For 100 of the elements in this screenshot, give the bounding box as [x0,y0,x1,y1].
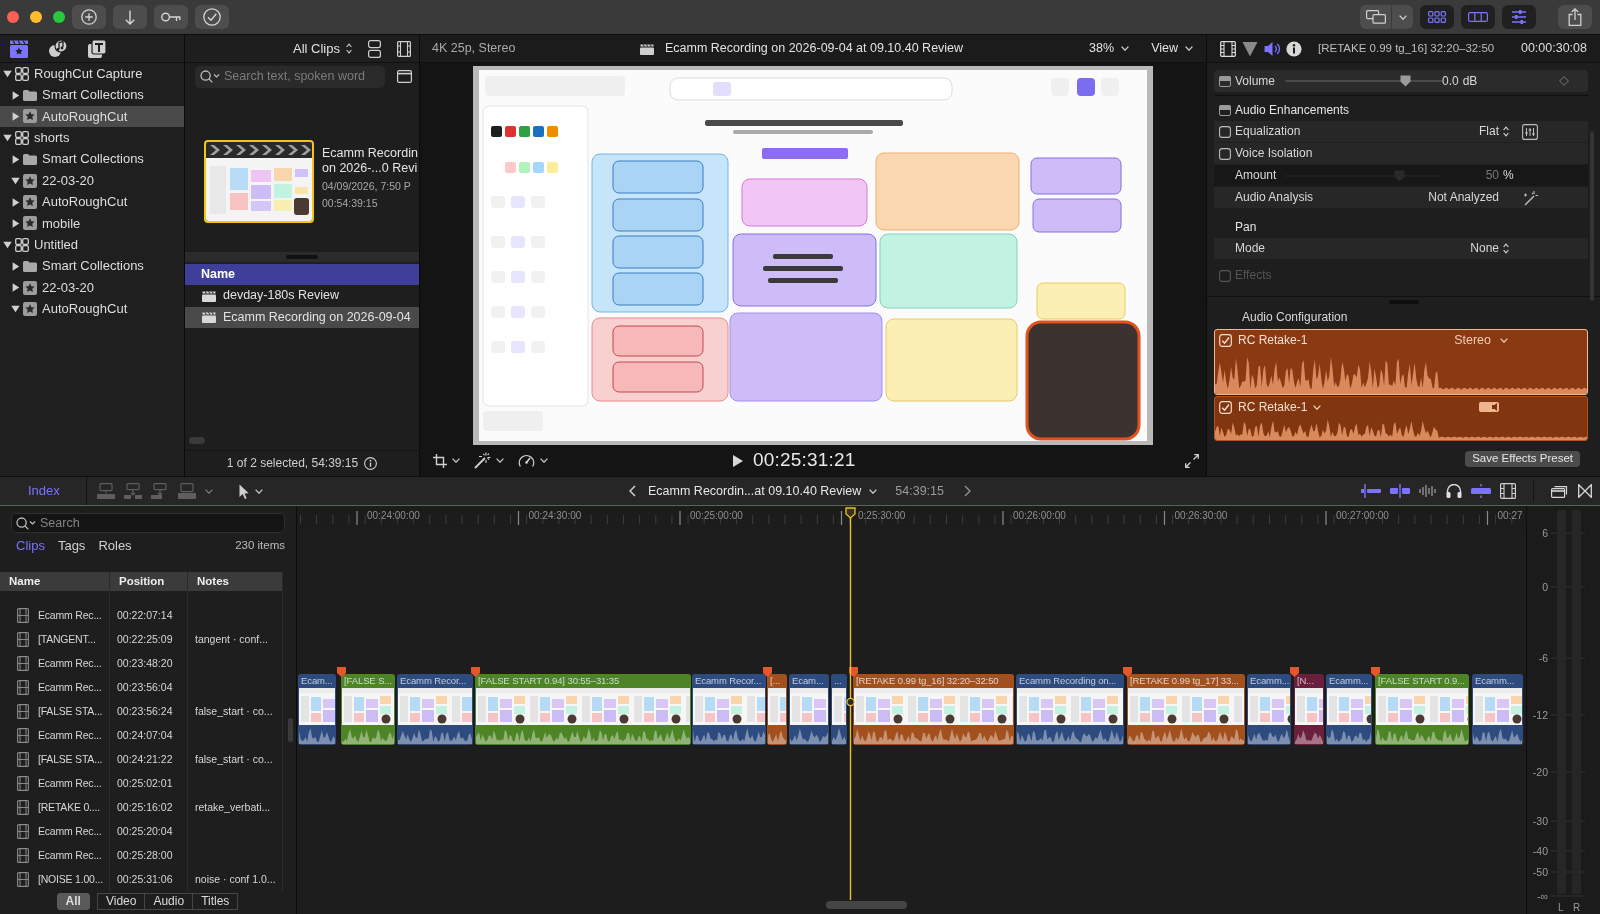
sidebar-item[interactable]: shorts [0,127,184,149]
scrollbar-thumb[interactable] [288,718,293,742]
updown-arrows-icon[interactable] [1503,126,1509,137]
sidebar-item[interactable]: Untitled [0,234,184,256]
close-window-button[interactable] [7,11,19,23]
filmstrip-toggle-button[interactable] [1461,5,1495,29]
check-circle-button[interactable] [195,5,229,29]
slider-thumb-icon[interactable] [1400,75,1412,87]
marker-icon[interactable] [471,667,480,677]
clip-name[interactable]: Ecamm Rec... [38,656,102,670]
zoom-menu[interactable]: 38% [1089,41,1130,56]
timeline-clip[interactable]: Ecam... [298,674,336,745]
timeline-clip[interactable]: Ecamm... [1247,674,1291,745]
chevron-right-icon[interactable] [964,485,971,497]
column-header[interactable]: Position [110,572,188,591]
project-thumbnail[interactable] [204,140,314,223]
panel-icon[interactable] [397,70,412,83]
project-row[interactable]: devday-180s Review [185,285,419,307]
volume-value[interactable]: 0.0 [1442,73,1459,89]
project-row[interactable]: Ecamm Recording on 2026-09-04 [185,306,419,328]
filter-segment[interactable]: Video [96,893,146,910]
disclosure-triangle-icon[interactable] [3,133,12,143]
search-field[interactable]: Search [11,513,285,533]
timeline-clip[interactable]: Ecamm... [1326,674,1372,745]
column-header[interactable]: Name [185,264,419,285]
index-tab[interactable]: Tags [57,538,86,554]
timeline-clip[interactable]: [... [767,674,787,745]
timeline-clip[interactable]: Ecamm Recor... [397,674,473,745]
sidebar-item[interactable]: RoughCut Capture [0,63,184,85]
crop-icon[interactable] [433,453,447,468]
setting-value[interactable]: Flat [1479,124,1499,139]
grid-toggle-button[interactable] [1420,5,1454,29]
playhead[interactable] [845,506,856,900]
sidebar-item[interactable]: AutoRoughCut [0,191,184,213]
disclosure-triangle-icon[interactable] [11,197,20,207]
magic-wand-icon[interactable] [1522,189,1538,206]
filmstrip-icon[interactable] [1500,483,1516,499]
sliders-toggle-button[interactable] [1502,5,1536,29]
sidebar-item[interactable]: Smart Collections [0,255,184,277]
clip-name[interactable]: Ecamm Rec... [38,608,102,622]
title-tile-icon[interactable] [87,38,107,59]
sidebar-item[interactable]: Smart Collections [0,84,184,106]
sidebar-item[interactable]: Smart Collections [0,148,184,170]
project-menu[interactable]: Ecamm Recordin...at 09.10.40 Review [648,483,878,499]
half-filled-box-icon[interactable] [1219,104,1231,116]
caret-icon[interactable] [255,488,263,494]
monitors-menu-button[interactable] [1360,5,1413,29]
marker-icon[interactable] [1123,667,1132,677]
column-header[interactable]: Name [0,572,110,591]
disclosure-triangle-icon[interactable] [11,218,20,228]
disclosure-triangle-icon[interactable] [11,154,20,164]
key-button[interactable] [154,5,188,29]
minimize-window-button[interactable] [30,11,42,23]
zoom-window-button[interactable] [53,11,65,23]
half-filled-box-icon[interactable] [1219,75,1231,87]
speedometer-icon[interactable] [518,453,535,468]
plus-circle-button[interactable] [72,5,106,29]
updown-arrows-icon[interactable] [1503,243,1509,254]
timeline-clip[interactable]: Ecam... [789,674,829,745]
disclosure-triangle-icon[interactable] [3,240,12,250]
bowtie-icon[interactable] [1578,484,1592,498]
pointer-tool-menu[interactable] [239,483,263,499]
disclosure-triangle-icon[interactable] [11,111,20,121]
channel-menu[interactable]: Stereo [1454,332,1508,348]
music-photo-icon[interactable] [48,38,68,59]
volume-slider[interactable] [1285,75,1442,87]
clip-name[interactable]: [FALSE STA... [38,752,103,766]
down-arrow-button[interactable] [113,5,147,29]
clip-name[interactable]: Ecamm Rec... [38,848,102,862]
checkbox-icon[interactable] [1219,147,1231,160]
disclosure-triangle-icon[interactable] [11,283,20,293]
play-icon[interactable] [733,454,743,467]
clip-name[interactable]: Ecamm Rec... [38,728,102,742]
sidebar-item[interactable]: mobile [0,212,184,235]
timeline-clip[interactable]: Ecamm Recor... [692,674,766,745]
sidebar-item[interactable]: AutoRoughCut [0,298,184,320]
timeline-clip[interactable]: Ecamm Recording on... [1016,674,1124,745]
clapper-star-icon[interactable] [9,38,29,59]
stacked-rows-icon[interactable] [368,39,381,58]
save-effects-preset-button[interactable]: Save Effects Preset [1465,450,1580,467]
index-tab[interactable]: Clips [16,538,45,554]
speaker-icon[interactable] [1264,40,1280,57]
disclosure-triangle-icon[interactable] [11,176,20,186]
caret-icon[interactable] [452,458,460,463]
disclosure-triangle-icon[interactable] [11,261,20,271]
clip-filter-menu[interactable]: All Clips [293,40,352,57]
sliders-box-icon[interactable] [1522,123,1538,140]
film-icon[interactable] [1220,40,1236,57]
disclosure-triangle-icon[interactable] [11,304,20,314]
filter-segment[interactable]: Audio [144,893,194,910]
triangle-icon[interactable] [1242,40,1258,57]
clip-name[interactable]: Ecamm Rec... [38,776,102,790]
index-button[interactable]: Index [0,477,87,505]
timeline-clip[interactable]: [RETAKE 0.99 tg_16] 32:20–32:50 [853,674,1014,745]
marker-icon[interactable] [849,667,858,677]
filter-segment[interactable]: All [56,893,90,910]
caret-icon[interactable] [540,458,548,463]
timeline-clip[interactable]: ... [831,674,847,745]
timeline-clip[interactable]: [RETAKE 0.99 tg_17] 33... [1127,674,1245,745]
filmstrip-icon[interactable] [397,40,411,57]
